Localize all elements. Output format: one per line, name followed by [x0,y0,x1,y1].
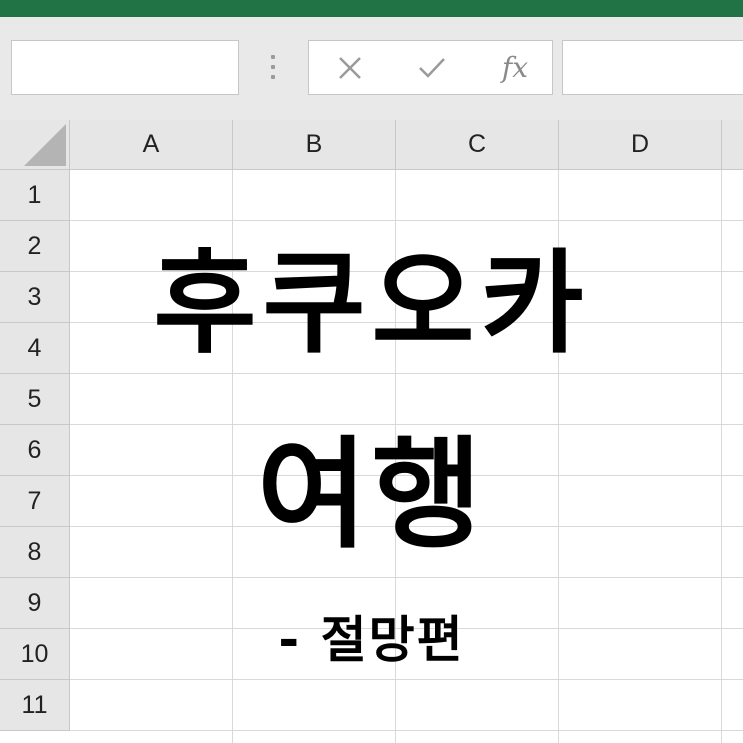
row-header-1[interactable]: 1 [0,170,70,221]
check-icon [419,57,445,78]
formula-input[interactable] [562,40,743,95]
column-header-b[interactable]: B [233,120,396,170]
cancel-button[interactable] [325,41,375,94]
vertical-dots-icon[interactable] [268,55,278,83]
formula-buttons: fx [308,40,553,95]
title-line-2: 여행 [257,426,486,565]
column-header-e-partial[interactable] [722,120,743,170]
row-header-11[interactable]: 11 [0,680,70,731]
column-header-d[interactable]: D [559,120,722,170]
name-box[interactable] [11,40,239,95]
column-header-a[interactable]: A [70,120,233,170]
column-header-c[interactable]: C [396,120,559,170]
subtitle-line: - 절망편 [278,611,465,669]
title-line-1: 후쿠오카 [153,239,590,369]
fx-label: fx [501,51,529,84]
ribbon-strip [0,0,743,17]
insert-function-button[interactable]: fx [487,41,543,94]
close-icon [339,56,361,79]
enter-button[interactable] [407,41,457,94]
row-header-5[interactable]: 5 [0,374,70,425]
select-all-triangle-icon [24,124,66,166]
